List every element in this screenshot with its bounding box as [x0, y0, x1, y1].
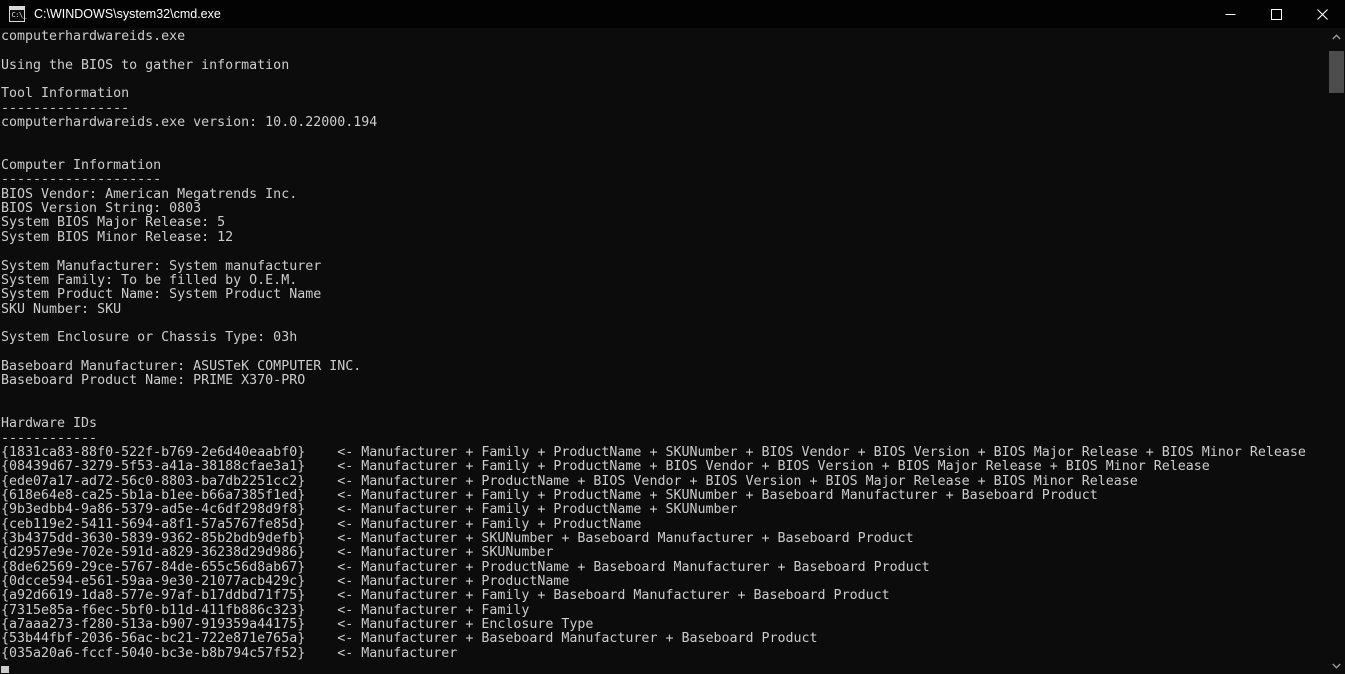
console-output-area[interactable]: computerhardwareids.exe Using the BIOS t… [0, 28, 1328, 674]
title-bar-left: C:\_ C:\WINDOWS\system32\cmd.exe [0, 0, 1207, 28]
window-title: C:\WINDOWS\system32\cmd.exe [34, 7, 221, 21]
cmd-icon-prompt-glyph: C:\_ [11, 11, 27, 19]
minimize-button[interactable] [1207, 0, 1253, 28]
maximize-button[interactable] [1253, 0, 1299, 28]
text-cursor [1, 666, 9, 674]
scrollbar-thumb[interactable] [1329, 51, 1344, 93]
title-bar[interactable]: C:\_ C:\WINDOWS\system32\cmd.exe [0, 0, 1345, 28]
window-controls [1207, 0, 1345, 28]
cmd-console-icon: C:\_ [9, 6, 27, 22]
console-output-text: computerhardwareids.exe Using the BIOS t… [1, 29, 1306, 661]
vertical-scrollbar[interactable] [1328, 28, 1345, 674]
scroll-down-button[interactable] [1328, 657, 1345, 674]
cmd-icon-titlebar-stripe [10, 7, 24, 10]
cmd-window: C:\_ C:\WINDOWS\system32\cmd.exe compute… [0, 0, 1345, 674]
scrollbar-track[interactable] [1328, 45, 1345, 657]
close-button[interactable] [1299, 0, 1345, 28]
scroll-up-button[interactable] [1328, 28, 1345, 45]
console-body: computerhardwareids.exe Using the BIOS t… [0, 28, 1345, 674]
